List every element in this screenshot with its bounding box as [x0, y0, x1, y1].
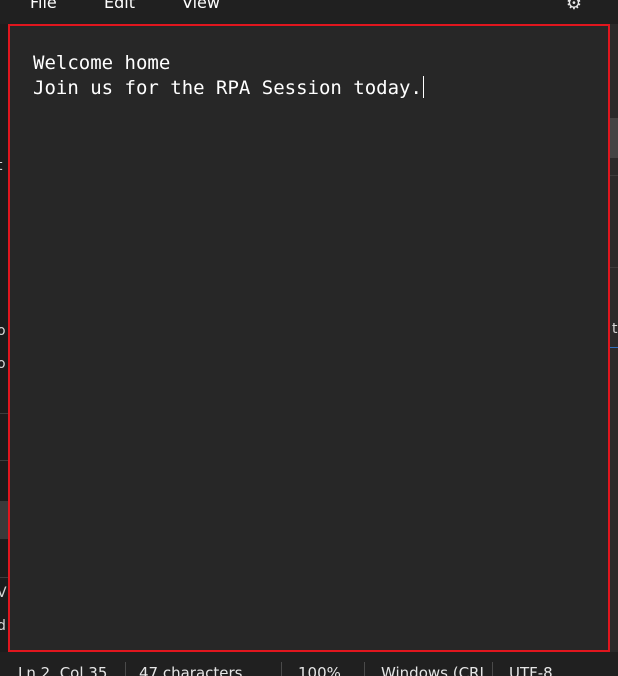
status-separator — [492, 662, 493, 676]
text-editor[interactable]: Welcome home Join us for the RPA Session … — [8, 24, 610, 652]
editor-line: Welcome home — [33, 52, 171, 74]
background-divider — [610, 267, 618, 268]
background-fragment: d — [0, 618, 6, 634]
encoding[interactable]: UTF-8 — [509, 665, 609, 676]
text-caret — [422, 76, 424, 98]
status-separator — [125, 662, 126, 676]
status-bar: Ln 2, Col 35 47 characters 100% Windows … — [0, 652, 618, 676]
editor-line: Join us for the RPA Session today. — [33, 77, 422, 99]
menu-view[interactable]: View — [182, 0, 220, 12]
character-count: 47 characters — [139, 665, 243, 676]
line-ending[interactable]: Windows (CRLF) — [381, 665, 487, 676]
menu-file[interactable]: File — [30, 0, 57, 12]
background-divider — [610, 175, 618, 176]
gear-icon[interactable]: ⚙ — [563, 0, 585, 13]
status-separator — [364, 662, 365, 676]
cursor-position: Ln 2, Col 35 — [18, 665, 108, 676]
status-separator — [281, 662, 282, 676]
editor-content[interactable]: Welcome home Join us for the RPA Session … — [33, 51, 424, 101]
background-fragment: t — [612, 321, 618, 337]
zoom-level[interactable]: 100% — [298, 665, 360, 676]
background-control — [610, 118, 618, 158]
background-fragment: o — [0, 356, 6, 372]
background-fragment: o — [0, 323, 6, 339]
menu-edit[interactable]: Edit — [104, 0, 135, 12]
background-fragment: V — [0, 585, 7, 601]
notepad-window: t o o V d 'F t File Edit View ⚙ Welcome … — [0, 0, 618, 676]
background-accent — [610, 347, 618, 348]
background-fragment: t — [0, 158, 3, 174]
background-app-right-edge — [610, 0, 618, 676]
menu-bar: File Edit View ⚙ — [0, 0, 618, 24]
